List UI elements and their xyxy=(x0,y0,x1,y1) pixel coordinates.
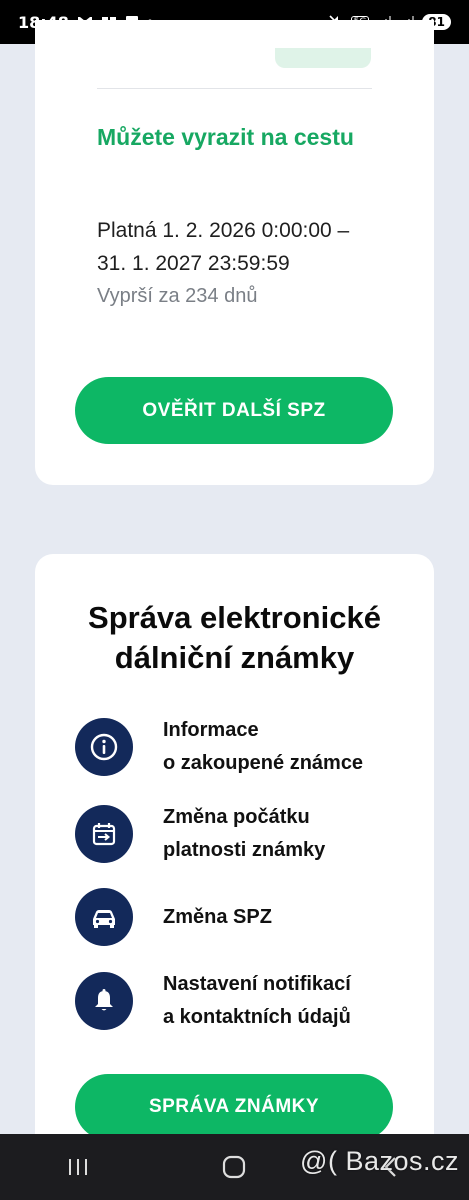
menu-item-vignette-info[interactable]: Informace o zakoupené známce xyxy=(75,714,405,780)
car-icon xyxy=(75,888,133,946)
menu-label-line: o zakoupené známce xyxy=(163,752,364,774)
recent-apps-icon[interactable] xyxy=(48,1147,108,1187)
bell-icon xyxy=(75,972,133,1030)
manage-title-line2: dálniční známky xyxy=(114,640,355,675)
manage-title: Správa elektronické dálniční známky xyxy=(35,598,434,678)
menu-item-change-plate[interactable]: Změna SPZ xyxy=(75,888,405,946)
status-pill xyxy=(275,48,371,68)
validity-card: Můžete vyrazit na cestu Platná 1. 2. 202… xyxy=(35,20,434,485)
menu-item-label: Změna počátku platnosti známky xyxy=(163,801,325,867)
menu-item-label: Informace o zakoupené známce xyxy=(163,714,363,780)
expiry-text: Vyprší za 234 dnů xyxy=(97,285,258,307)
manage-card: Správa elektronické dálniční známky Info… xyxy=(35,554,434,1194)
verify-another-plate-button[interactable]: OVĚŘIT DALŠÍ SPZ xyxy=(75,377,393,444)
calendar-change-icon xyxy=(75,805,133,863)
info-icon xyxy=(75,718,133,776)
watermark: @( Bazos.cz xyxy=(300,1146,459,1176)
home-icon[interactable] xyxy=(204,1147,264,1187)
validity-end: 31. 1. 2027 23:59:59 xyxy=(97,252,290,275)
menu-label-line: Nastavení notifikací xyxy=(163,973,351,995)
menu-item-label: Změna SPZ xyxy=(163,901,272,934)
manage-title-line1: Správa elektronické xyxy=(88,600,381,635)
divider xyxy=(97,88,372,89)
menu-item-change-validity-start[interactable]: Změna počátku platnosti známky xyxy=(75,801,405,867)
validity-title: Můžete vyrazit na cestu xyxy=(97,124,354,150)
menu-label-line: Změna SPZ xyxy=(163,905,272,928)
menu-item-label: Nastavení notifikací a kontaktních údajů xyxy=(163,968,351,1034)
menu-label-line: a kontaktních údajů xyxy=(163,1006,351,1028)
validity-period: Platná 1. 2. 2026 0:00:00 – 31. 1. 2027 … xyxy=(97,214,417,280)
manage-vignette-button[interactable]: SPRÁVA ZNÁMKY xyxy=(75,1074,393,1140)
menu-label-line: platnosti známky xyxy=(163,839,326,861)
menu-label-line: Změna počátku xyxy=(163,806,310,828)
menu-item-notification-settings[interactable]: Nastavení notifikací a kontaktních údajů xyxy=(75,968,405,1034)
validity-start: Platná 1. 2. 2026 0:00:00 – xyxy=(97,219,350,242)
menu-label-line: Informace xyxy=(163,719,259,741)
